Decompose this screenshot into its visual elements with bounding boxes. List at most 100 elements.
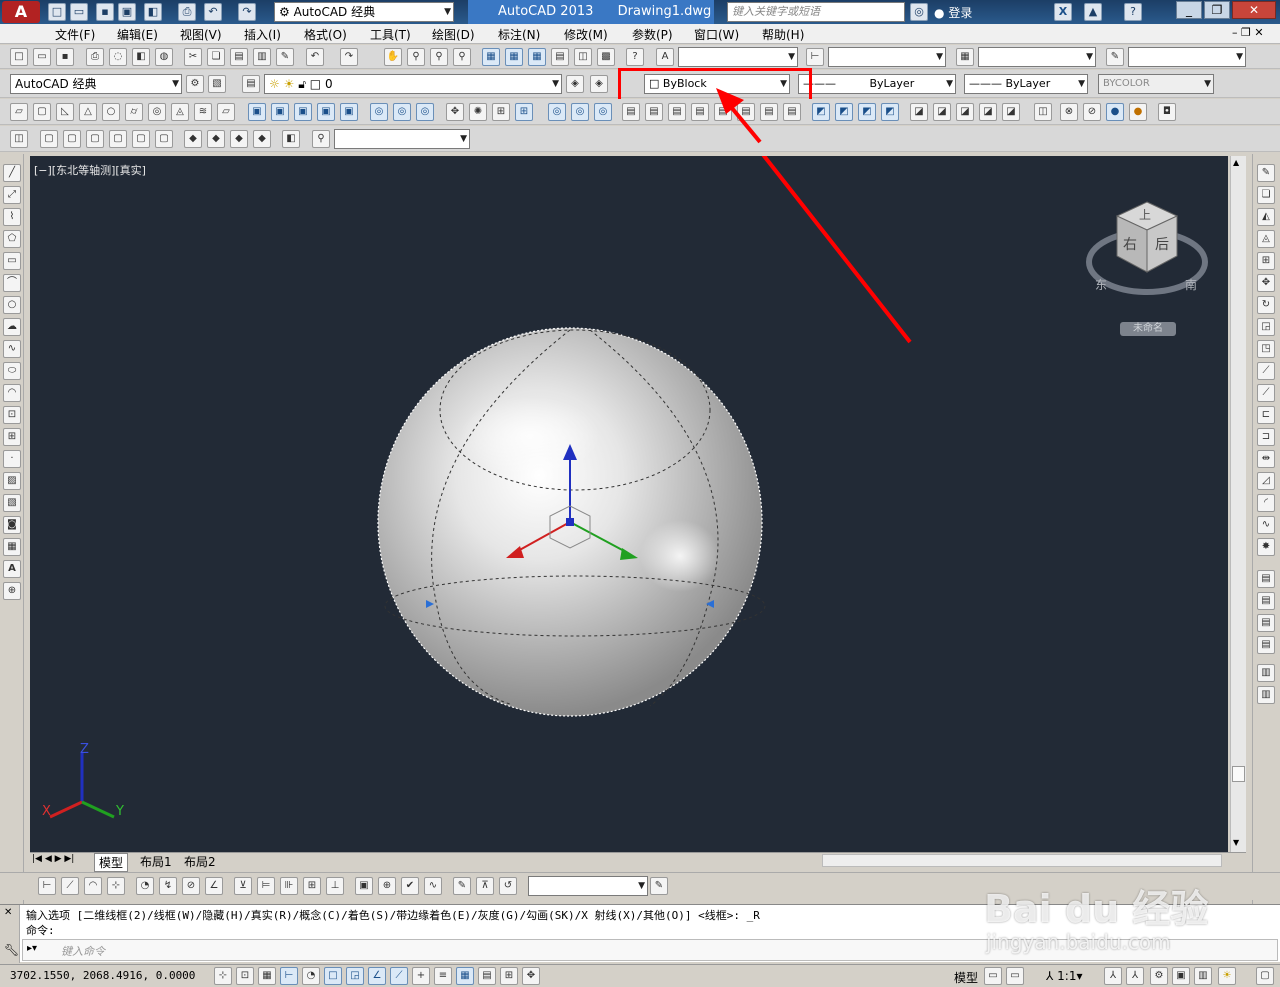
tolerance-icon[interactable]: ▣ xyxy=(355,877,373,895)
move-icon[interactable]: ✥ xyxy=(1257,274,1275,292)
cylinder-icon[interactable]: ⌭ xyxy=(125,103,143,121)
camera-icon[interactable]: ◧ xyxy=(282,130,300,148)
erase-icon[interactable]: ✎ xyxy=(1257,164,1275,182)
scroll-down-icon[interactable]: ▼ xyxy=(1233,838,1239,847)
tab-layout1[interactable]: 布局1 xyxy=(136,853,176,870)
cut-icon[interactable]: ✂ xyxy=(184,48,202,66)
join-icon[interactable]: ⇹ xyxy=(1257,450,1275,468)
tab-model[interactable]: 模型 xyxy=(94,853,129,872)
view-top-icon[interactable]: ▢ xyxy=(40,130,58,148)
zoom-previous-icon[interactable]: ⚲ xyxy=(453,48,471,66)
se-iso-icon[interactable]: ◆ xyxy=(207,130,225,148)
dim-radius-icon[interactable]: ◔ xyxy=(136,877,154,895)
drawing-viewport[interactable]: [−][东北等轴测][真实] 上 右 后 东 南 未命名 Z X Y xyxy=(30,156,1228,852)
edit-face-8-icon[interactable]: ▤ xyxy=(783,103,801,121)
new-file-icon[interactable]: □ xyxy=(48,3,66,21)
3dalign-icon[interactable]: ⊞ xyxy=(492,103,510,121)
3darray-icon[interactable]: ⊞ xyxy=(515,103,533,121)
clean-screen-icon[interactable]: ▢ xyxy=(1256,967,1274,985)
doc-window-controls[interactable]: – ❐ ✕ xyxy=(1232,26,1264,39)
linetype-combo[interactable]: ——— ByLayer ▼ xyxy=(798,74,956,94)
circle-icon[interactable]: ○ xyxy=(3,296,21,314)
layer-combo[interactable]: ☼ ☀ 🔓︎ □ 0 ▼ xyxy=(264,74,562,94)
edit-face-2-icon[interactable]: ▤ xyxy=(645,103,663,121)
menu-help[interactable]: 帮助(H) xyxy=(762,26,804,43)
qnew-icon[interactable]: □ xyxy=(10,48,28,66)
mirror-icon[interactable]: ◭ xyxy=(1257,208,1275,226)
wrench-icon[interactable]: 🔧︎ xyxy=(4,943,19,957)
menu-modify[interactable]: 修改(M) xyxy=(564,26,608,43)
make-block-icon[interactable]: ⊞ xyxy=(3,428,21,446)
table-style-icon[interactable]: ▦ xyxy=(956,48,974,66)
view-right-icon[interactable]: ▢ xyxy=(109,130,127,148)
minimize-button[interactable]: _ xyxy=(1176,1,1202,19)
rectangle-icon[interactable]: ▭ xyxy=(3,252,21,270)
edit-face-6-icon[interactable]: ▤ xyxy=(737,103,755,121)
am-icon[interactable]: ✥ xyxy=(522,967,540,985)
dim-space-icon[interactable]: ⊞ xyxy=(303,877,321,895)
box-icon[interactable]: ▢ xyxy=(33,103,51,121)
view-front-icon[interactable]: ▢ xyxy=(132,130,150,148)
view-combo[interactable]: ▼ xyxy=(334,129,470,149)
menu-insert[interactable]: 插入(I) xyxy=(244,26,281,43)
dim-aligned-icon[interactable]: ⟋ xyxy=(61,877,79,895)
stretch-icon[interactable]: ◳ xyxy=(1257,340,1275,358)
loft-icon[interactable]: ▣ xyxy=(340,103,358,121)
viewcube[interactable]: 上 右 后 东 南 xyxy=(1085,196,1213,306)
ne-iso-icon[interactable]: ◆ xyxy=(230,130,248,148)
menu-file[interactable]: 文件(F) xyxy=(55,26,95,43)
revcloud-icon[interactable]: ☁ xyxy=(3,318,21,336)
sheetset-icon[interactable]: ▤ xyxy=(551,48,569,66)
wedge-icon[interactable]: ◺ xyxy=(56,103,74,121)
undo-icon[interactable]: ↶ xyxy=(306,48,324,66)
edit-edge-3-icon[interactable]: ◩ xyxy=(858,103,876,121)
revolve-icon[interactable]: ▣ xyxy=(317,103,335,121)
open-file-icon[interactable]: ▭ xyxy=(70,3,88,21)
dim-arc-icon[interactable]: ◠ xyxy=(84,877,102,895)
dim-style-select[interactable]: ▼ xyxy=(528,876,648,896)
dim-linear-icon[interactable]: ⊢ xyxy=(38,877,56,895)
region-icon[interactable]: ◙ xyxy=(3,516,21,534)
scale-icon[interactable]: ◲ xyxy=(1257,318,1275,336)
undo-icon[interactable]: ↶ xyxy=(204,3,222,21)
copy-icon[interactable]: ❏ xyxy=(207,48,225,66)
separate-icon[interactable]: ◪ xyxy=(956,103,974,121)
zoom-window-icon[interactable]: ⚲ xyxy=(430,48,448,66)
binoculars-icon[interactable]: ◎ xyxy=(910,3,928,21)
compass-east-label[interactable]: 东 xyxy=(1095,276,1107,293)
plot-icon[interactable]: ◧ xyxy=(144,3,162,21)
otrack-icon[interactable]: ∠ xyxy=(368,967,386,985)
command-menu-icon[interactable]: ▸▾ xyxy=(27,943,37,954)
jogged-linear-icon[interactable]: ∿ xyxy=(424,877,442,895)
inspect-icon[interactable]: ✔ xyxy=(401,877,419,895)
help-icon[interactable]: ? xyxy=(1124,3,1142,21)
quickcalc-icon[interactable]: ▩ xyxy=(597,48,615,66)
dim-style-combo[interactable]: ▼ xyxy=(828,47,946,67)
mtext-icon[interactable]: A xyxy=(3,560,21,578)
viewcube-top-label[interactable]: 上 xyxy=(1139,206,1151,223)
customize-icon[interactable]: ▧ xyxy=(208,75,226,93)
close-button[interactable]: ✕ xyxy=(1232,1,1276,19)
match-icon[interactable]: ▥ xyxy=(253,48,271,66)
tab-nav-buttons[interactable]: |◀ ◀ ▶ ▶| xyxy=(32,854,74,864)
edit-edge-4-icon[interactable]: ◩ xyxy=(881,103,899,121)
compass-south-label[interactable]: 南 xyxy=(1185,276,1197,293)
layout-icon[interactable]: ▭ xyxy=(984,967,1002,985)
search-input[interactable]: 键入关键字或短语 xyxy=(727,2,905,22)
draworder-4-icon[interactable]: ▤ xyxy=(1257,636,1275,654)
edit-face-7-icon[interactable]: ▤ xyxy=(760,103,778,121)
visual-style-1-icon[interactable]: ◫ xyxy=(1034,103,1052,121)
plotstyle-combo[interactable]: BYCOLOR ▼ xyxy=(1098,74,1214,94)
visual-style-3-icon[interactable]: ⊘ xyxy=(1083,103,1101,121)
offset-icon[interactable]: ◬ xyxy=(1257,230,1275,248)
sweep-icon[interactable]: ▣ xyxy=(294,103,312,121)
edit-face-1-icon[interactable]: ▤ xyxy=(622,103,640,121)
imprint-icon[interactable]: ◪ xyxy=(910,103,928,121)
dim-ordinate-icon[interactable]: ⊹ xyxy=(107,877,125,895)
add-selected-icon[interactable]: ⊕ xyxy=(3,582,21,600)
view-bottom-icon[interactable]: ▢ xyxy=(63,130,81,148)
3dosnap-icon[interactable]: ◲ xyxy=(346,967,364,985)
mleader-style-icon[interactable]: ✎ xyxy=(1106,48,1124,66)
visual-style-2-icon[interactable]: ⊗ xyxy=(1060,103,1078,121)
blend-icon[interactable]: ∿ xyxy=(1257,516,1275,534)
